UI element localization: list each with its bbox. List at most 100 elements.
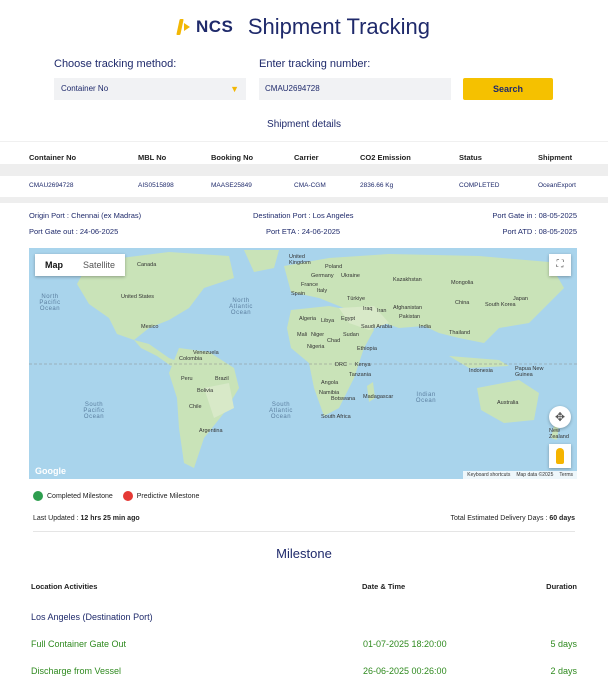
cell-status: COMPLETED [459,182,500,189]
total-delivery-days: Total Estimated Delivery Days : 60 days [450,515,575,522]
milestone-title: Milestone [276,546,332,561]
map-data-attribution: Map data ©2025 [516,472,554,478]
map-label-botswana: Botswana [331,396,356,402]
map-label-indonesia: Indonesia [469,368,493,374]
port-atd: Port ATD : 08-05-2025 [502,227,577,236]
port-eta-value: 24-06-2025 [301,227,341,236]
port-gate-in-value: 08-05-2025 [538,211,577,220]
map-label-south-africa: South Africa [321,414,351,420]
total-delivery-value: 60 days [549,515,575,522]
milestone-datetime: 26-06-2025 00:26:00 [363,666,447,676]
map-label-india: India [419,324,431,330]
tab-map[interactable]: Map [35,254,73,276]
fullscreen-icon[interactable]: ⛶ [549,254,571,276]
map-label-egypt: Egypt [341,316,356,322]
map-label-chad: Chad [327,338,341,344]
milestone-activity: Discharge from Vessel [31,666,122,676]
map-label-china: China [455,300,470,306]
ocean-indian: Indian Ocean [415,392,437,404]
map-label-peru: Peru [181,376,193,382]
page-title: Shipment Tracking [247,14,431,39]
tab-satellite[interactable]: Satellite [73,254,125,276]
map-label-poland: Poland [325,264,343,270]
last-updated: Last Updated : 12 hrs 25 min ago [33,515,140,522]
map-label-iraq: Iraq [363,306,373,312]
street-view-pegman-icon[interactable] [549,444,571,468]
tracking-number-label: Enter tracking number: [259,58,371,70]
map-label-south-korea: South Korea [485,302,516,308]
map-label-afghanistan: Afghanistan [393,305,423,311]
map-label-mexico: Mexico [141,324,159,330]
destination-port-value: Los Angeles [312,211,354,220]
map-label-argentina: Argentina [199,428,223,434]
map-label-mongolia: Mongolia [451,280,474,286]
map-camera-control-icon[interactable]: ✥ [549,406,571,428]
map-label-new-zealand: New Zealand [549,428,569,440]
header-container-no: Container No [29,153,77,162]
last-updated-label: Last Updated : [33,515,79,522]
map-label-colombia: Colombia [179,356,203,362]
search-button[interactable]: Search [463,78,553,100]
ncs-logo-icon [176,19,192,35]
map-label-niger: Niger [311,332,325,338]
map-label-united-kingdom: United Kingdom [289,254,311,266]
port-eta: Port ETA : 24-06-2025 [266,227,340,236]
route-map[interactable]: Canada United States Mexico Venezuela Co… [29,248,577,479]
map-label-saudi-arabia: Saudi Arabia [361,324,393,330]
map-label-turkiye: Türkiye [347,296,366,302]
map-label-iran: Iran [377,308,387,314]
map-label-canada: Canada [137,262,157,268]
port-atd-value: 08-05-2025 [538,227,577,236]
keyboard-shortcuts-link[interactable]: Keyboard shortcuts [467,472,510,478]
last-updated-value: 12 hrs 25 min ago [80,515,140,522]
map-label-pakistan: Pakistan [399,314,421,320]
destination-port: Destination Port : Los Angeles [253,211,354,220]
map-label-kenya: Kenya [355,362,371,368]
map-label-ukraine: Ukraine [341,273,360,279]
map-label-thailand: Thailand [449,330,471,336]
tracking-number-input[interactable]: CMAU2694728 [259,78,451,100]
map-label-angola: Angola [321,380,339,386]
header-mbl-no: MBL No [138,153,167,162]
chevron-down-icon: ▼ [230,84,239,94]
shipment-details-title: Shipment details [267,119,341,130]
map-label-nigeria: Nigeria [307,344,325,350]
origin-port-value: Chennai (ex Madras) [71,211,142,220]
table-row: CMAU2694728 AIS0515898 MAASE25849 CMA-CG… [0,170,608,203]
map-label-italy: Italy [317,288,328,294]
map-label-germany: Germany [311,273,334,279]
map-label-papua-new-guinea: Papua New Guinea [515,366,544,378]
map-label-libya: Libya [321,318,335,324]
map-label-tanzania: Tanzania [349,372,372,378]
legend-completed: Completed Milestone [47,492,113,500]
divider [33,531,575,532]
logo-text: NCS [195,17,234,36]
tracking-method-value: Container No [61,84,109,93]
total-delivery-label: Total Estimated Delivery Days : [450,515,548,522]
tracking-method-select[interactable]: Container No ▼ [54,78,246,100]
port-gate-out-value: 24-06-2025 [79,227,119,236]
map-label-madagascar: Madagascar [363,394,394,400]
map-label-japan: Japan [513,296,528,302]
cell-booking-no: MAASE25849 [211,182,252,189]
predictive-dot-icon [122,491,133,501]
map-label-algeria: Algeria [299,316,317,322]
page-header: NCS Shipment Tracking [0,14,608,40]
milestone-duration: 2 days [550,666,577,676]
map-label-bolivia: Bolivia [197,388,214,394]
milestone-location: Los Angeles (Destination Port) [31,612,153,622]
port-gate-in-label: Port Gate in : [492,211,537,220]
port-gate-in: Port Gate in : 08-05-2025 [492,211,577,220]
milestone-activity: Full Container Gate Out [31,639,127,649]
map-label-spain: Spain [291,291,306,297]
header-location-activities: Location Activities [31,582,98,591]
terms-link[interactable]: Terms [559,472,573,478]
map-type-tabs: Map Satellite [35,254,126,276]
port-eta-label: Port ETA : [266,227,300,236]
ocean-south-pacific: South Pacific Ocean [83,402,105,420]
cell-container-no: CMAU2694728 [29,182,74,189]
origin-port: Origin Port : Chennai (ex Madras) [29,211,141,220]
header-co2-emission: CO2 Emission [360,153,411,162]
milestone-duration: 5 days [550,639,577,649]
map-label-ethiopia: Ethiopia [357,346,377,352]
